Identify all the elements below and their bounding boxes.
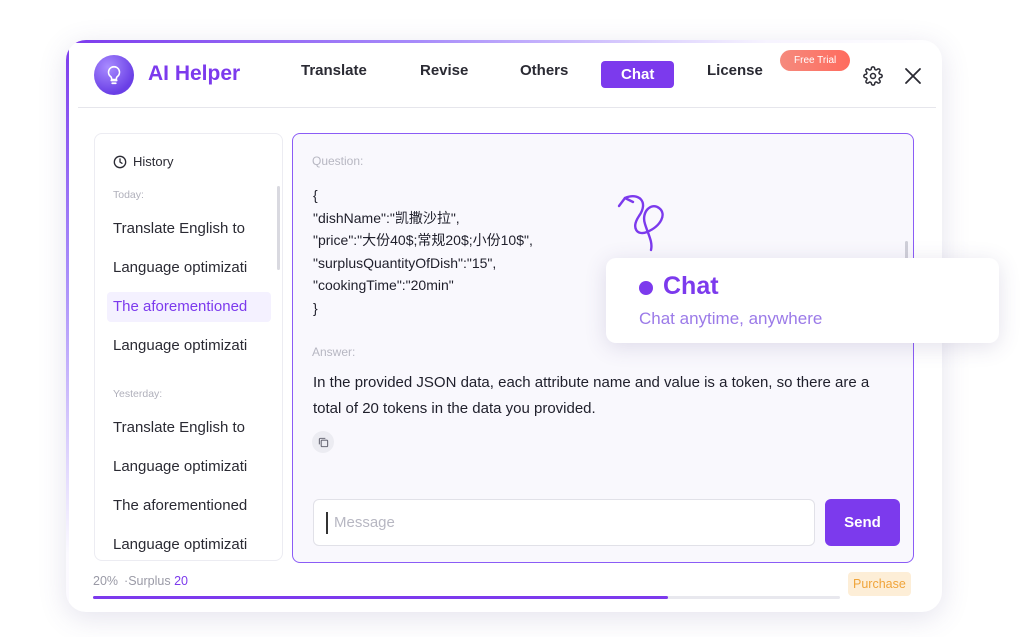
question-label: Question: (312, 154, 364, 168)
usage-percent: 20% (93, 574, 119, 588)
header: AI Helper Translate Revise Others Chat L… (78, 40, 936, 108)
tab-license[interactable]: License (707, 62, 763, 79)
tab-chat[interactable]: Chat (601, 61, 675, 88)
usage-progress-fill (93, 596, 669, 599)
tab-translate[interactable]: Translate (301, 62, 367, 79)
group-label-yesterday: Yesterday: (113, 388, 163, 400)
history-label: History (133, 154, 174, 169)
app-title: AI Helper (148, 62, 241, 85)
history-sidebar: History Today: Translate English to Lang… (94, 133, 283, 561)
sidebar-scrollbar[interactable] (277, 186, 280, 270)
copy-icon (318, 437, 328, 447)
swirl-arrow-icon (617, 195, 664, 252)
usage-progress-bar (93, 596, 840, 599)
answer-text: In the provided JSON data, each attribut… (313, 374, 870, 417)
group-label-today: Today: (113, 189, 144, 201)
list-item[interactable]: Translate English to (107, 413, 271, 443)
list-item-selected[interactable]: The aforementioned (107, 292, 271, 322)
message-field[interactable] (313, 499, 815, 546)
gear-icon[interactable] (863, 66, 883, 86)
answer-label: Answer: (312, 345, 356, 359)
tab-revise[interactable]: Revise (420, 62, 468, 79)
text-caret (326, 512, 328, 534)
tab-others[interactable]: Others (520, 62, 568, 79)
close-icon[interactable] (904, 67, 922, 85)
stage: AI Helper Translate Revise Others Chat L… (0, 0, 1024, 637)
usage-info: 20% ·Surplus 20 (93, 574, 188, 588)
history-header: History (113, 154, 173, 169)
question-text: { "dishName":"凯撒沙拉", "price":"大份40$;常规20… (313, 187, 533, 316)
clock-icon (113, 155, 127, 168)
surplus-value: 20 (174, 574, 188, 588)
list-item[interactable]: Language optimizati (107, 452, 271, 482)
surplus-label: ·Surplus (124, 574, 171, 588)
list-item[interactable]: The aforementioned (107, 491, 271, 521)
chat-feature-card: Chat Chat anytime, anywhere (606, 258, 999, 343)
list-item[interactable]: Translate English to (107, 214, 271, 244)
send-button[interactable]: Send (825, 499, 900, 546)
feature-card-subtitle: Chat anytime, anywhere (639, 309, 823, 328)
lightbulb-logo-icon (94, 55, 134, 95)
chat-panel: Question: { "dishName":"凯撒沙拉", "price":"… (292, 133, 914, 563)
list-item[interactable]: Language optimizati (107, 530, 271, 560)
message-input[interactable] (334, 500, 804, 545)
free-trial-badge[interactable]: Free Trial (780, 50, 851, 71)
list-item[interactable]: Language optimizati (107, 331, 271, 361)
list-item[interactable]: Language optimizati (107, 253, 271, 283)
purchase-button[interactable]: Purchase (848, 572, 911, 596)
copy-button[interactable] (312, 431, 334, 453)
bullet-dot (639, 281, 653, 295)
feature-card-title: Chat (663, 272, 719, 300)
